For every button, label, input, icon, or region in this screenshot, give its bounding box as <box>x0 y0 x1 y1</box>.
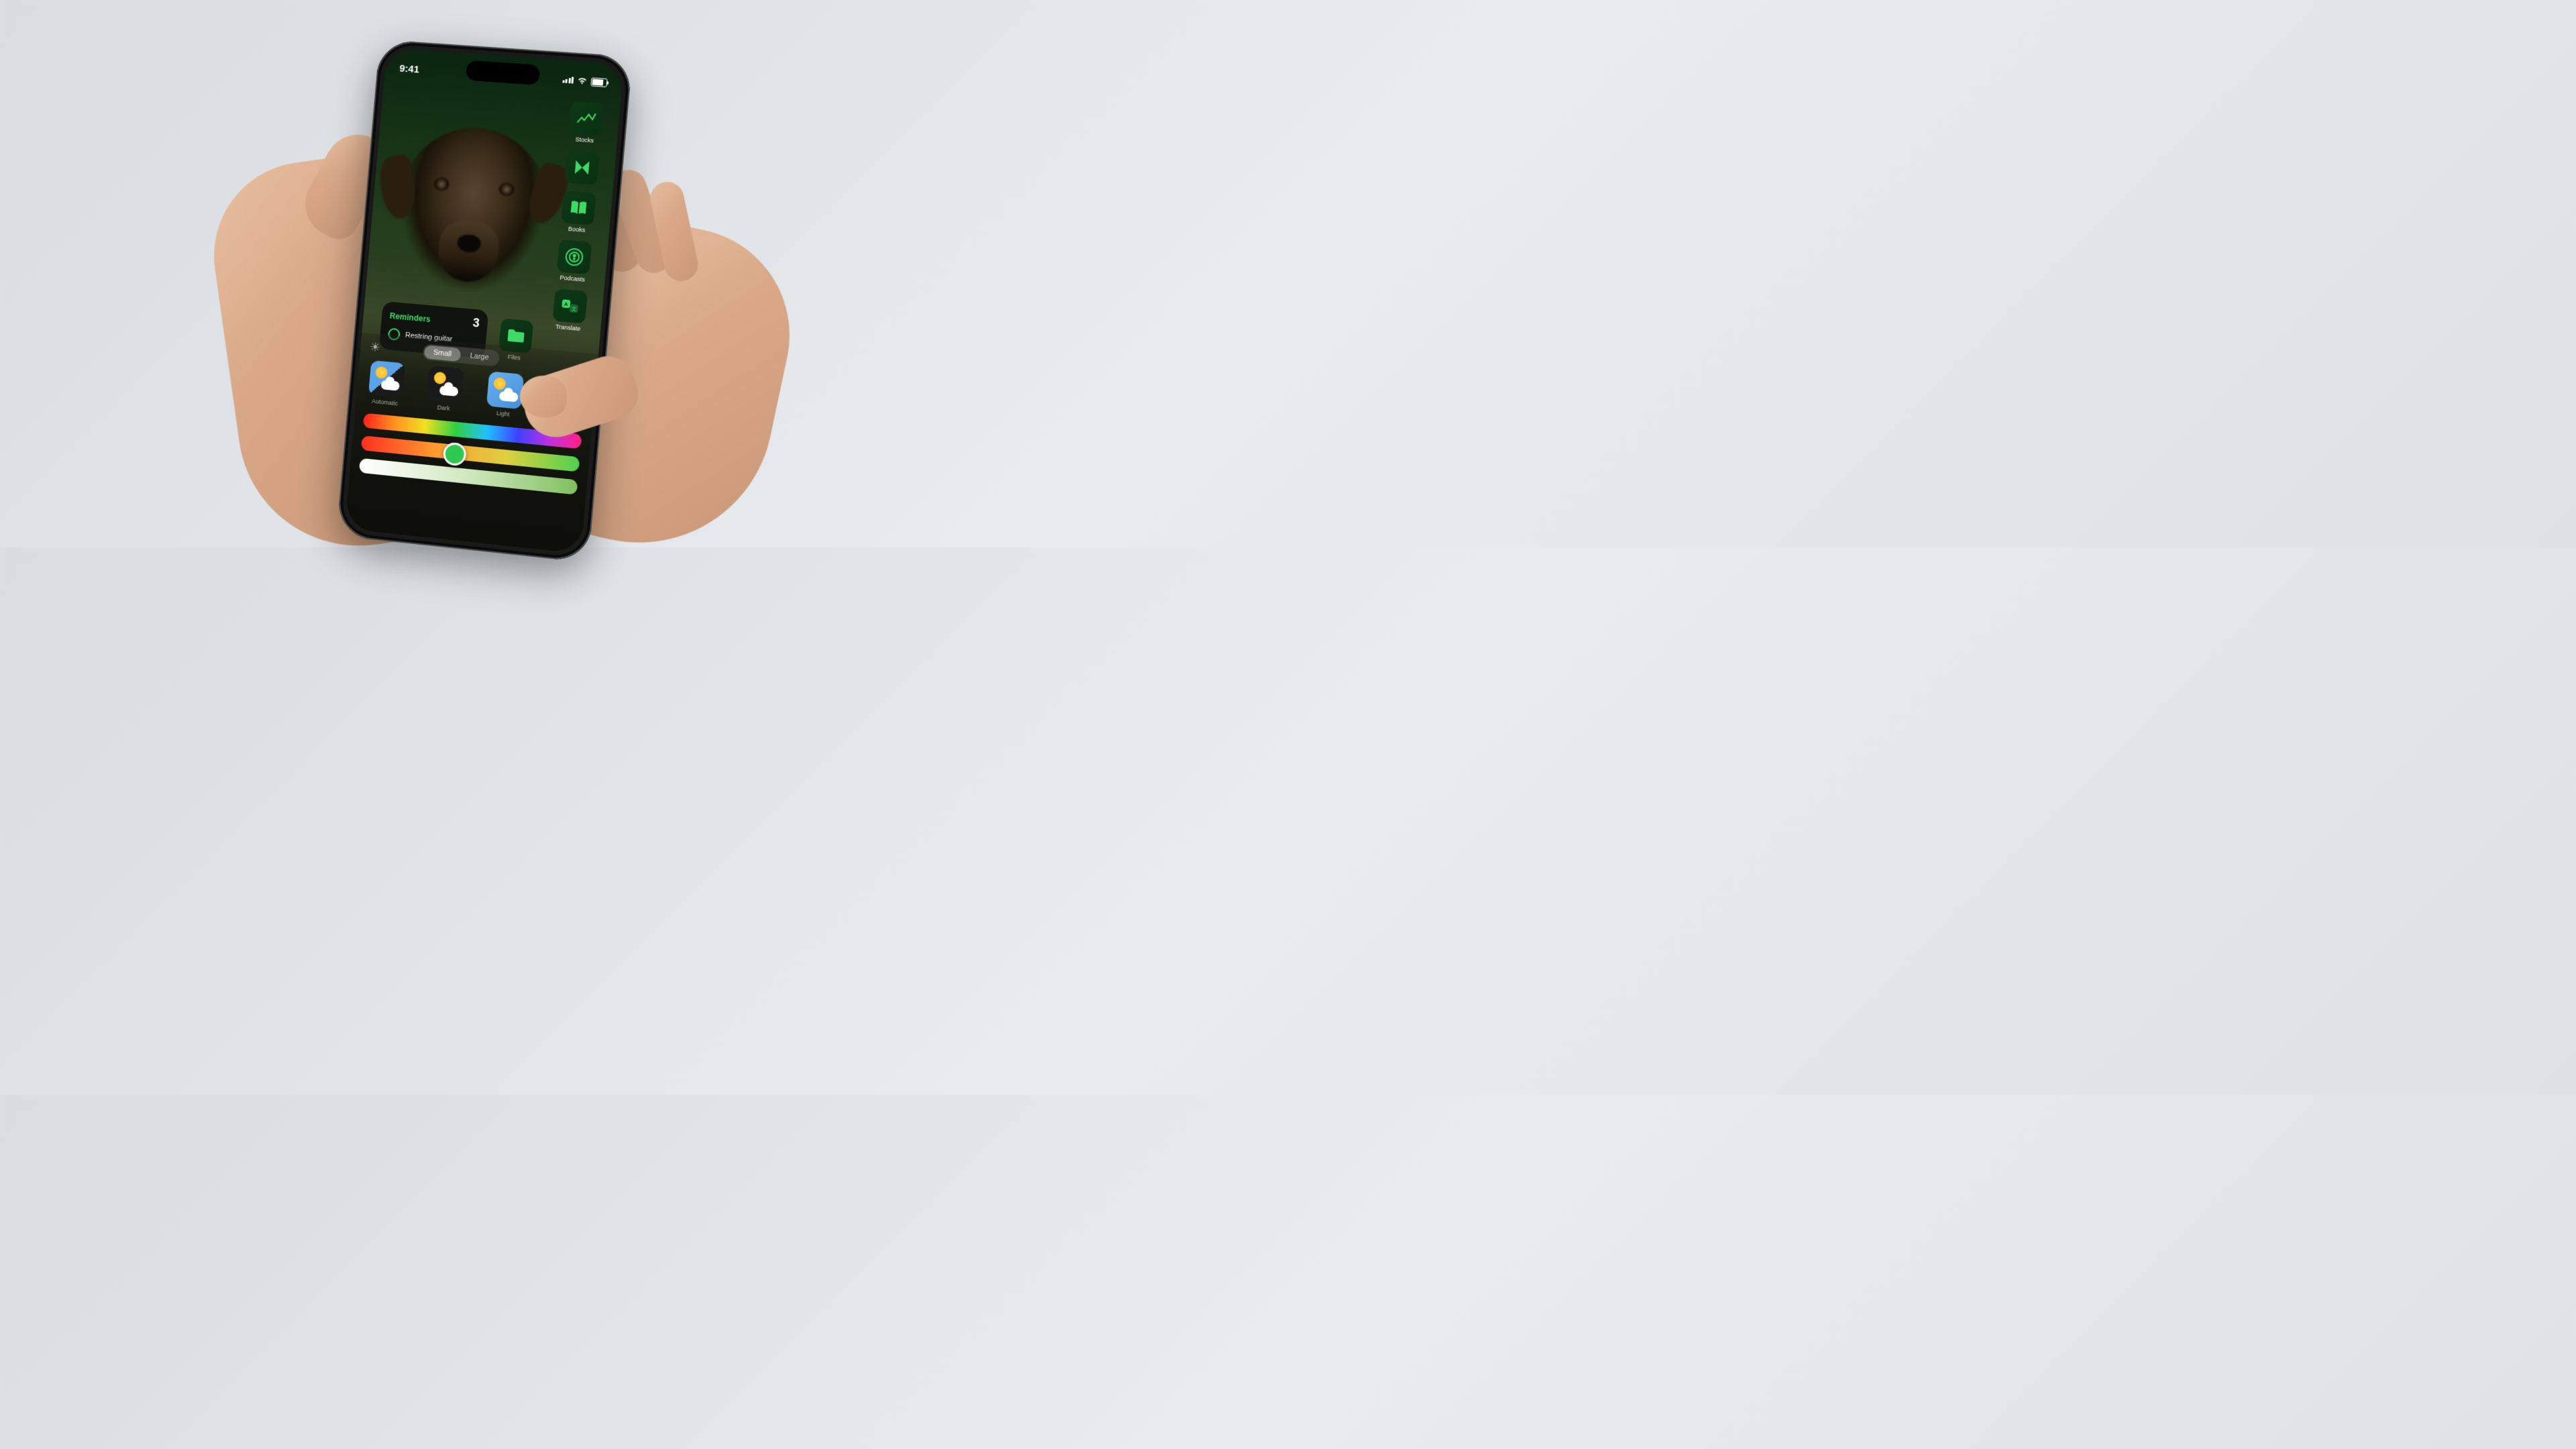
app-label: Translate <box>555 323 581 332</box>
app-news[interactable] <box>561 150 604 185</box>
app-stocks[interactable]: Stocks <box>564 101 608 145</box>
wifi-icon <box>576 76 588 85</box>
app-books[interactable]: Books <box>556 190 600 234</box>
app-translate[interactable]: A文 Translate <box>547 288 592 333</box>
appearance-light[interactable]: Light <box>485 371 523 419</box>
icon-size-toggle[interactable]: Small Large <box>422 343 500 366</box>
cellular-signal-icon <box>562 76 574 83</box>
iphone-device: 9:41 Stocks <box>336 40 633 563</box>
app-podcasts[interactable]: Podcasts <box>552 239 596 284</box>
news-icon <box>565 150 600 185</box>
app-icon-column: Stocks Books Podcasts <box>547 101 608 333</box>
brightness-icon[interactable]: ☀ <box>369 339 381 354</box>
battery-icon <box>590 77 607 87</box>
size-large-button[interactable]: Large <box>460 348 498 365</box>
svg-text:A: A <box>564 301 569 307</box>
appearance-dark[interactable]: Dark <box>426 366 464 413</box>
status-time: 9:41 <box>399 62 420 75</box>
light-preview-icon <box>486 371 524 409</box>
app-label: Podcasts <box>559 274 585 283</box>
status-icons <box>562 75 608 87</box>
podcasts-icon <box>557 239 592 274</box>
stocks-icon <box>569 101 604 136</box>
appearance-automatic[interactable]: Automatic <box>368 360 405 407</box>
automatic-preview-icon <box>368 360 405 398</box>
dark-preview-icon <box>427 366 464 404</box>
widget-count: 3 <box>472 316 480 331</box>
appearance-label: Automatic <box>372 398 398 407</box>
size-small-button[interactable]: Small <box>423 345 461 362</box>
right-thumb-tip <box>520 376 567 417</box>
widget-title: Reminders <box>389 311 431 323</box>
home-screen-customize-panel: ☀ Small Large ✎ Automatic <box>345 333 598 554</box>
books-icon <box>561 191 596 225</box>
appearance-label: Dark <box>437 404 450 412</box>
wallpaper-dog-image <box>384 122 559 322</box>
phone-screen: 9:41 Stocks <box>345 48 624 553</box>
appearance-label: Light <box>496 410 510 418</box>
hue-slider-thumb[interactable] <box>442 441 467 466</box>
translate-icon: A文 <box>552 288 587 323</box>
app-label: Stocks <box>575 136 594 144</box>
app-label: Books <box>568 225 586 233</box>
